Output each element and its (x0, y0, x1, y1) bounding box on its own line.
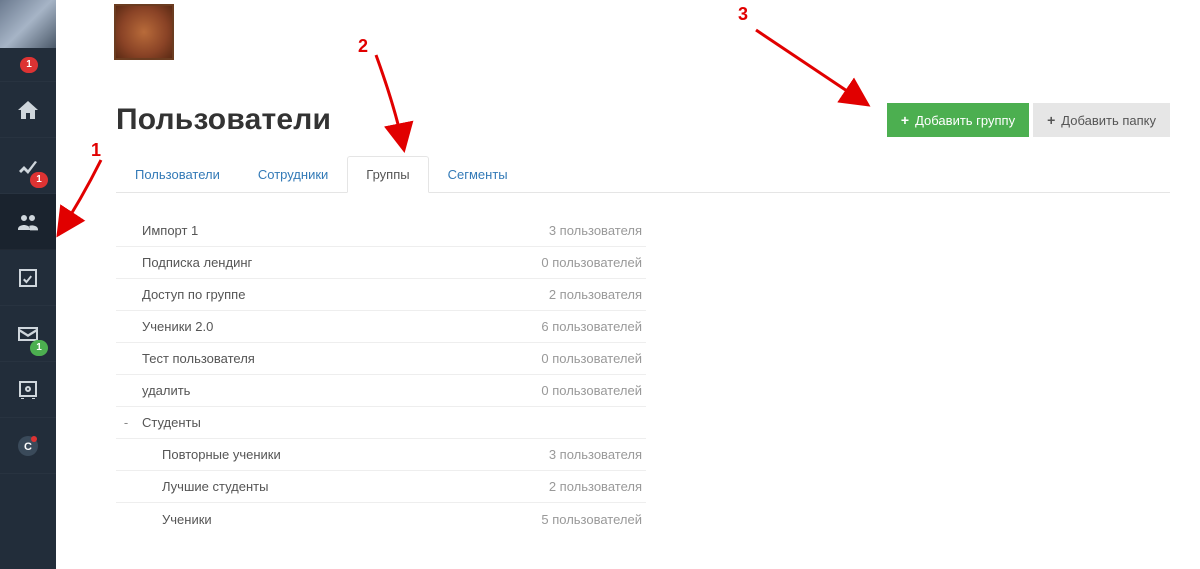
group-label: Ученики 2.0 (116, 319, 541, 334)
project-logo[interactable] (116, 6, 172, 58)
chat-icon: C (16, 434, 40, 458)
check-icon (16, 266, 40, 290)
list-item[interactable]: Тест пользователя 0 пользователей (116, 343, 646, 375)
group-label: удалить (116, 383, 541, 398)
users-icon (16, 210, 40, 234)
group-label: Подписка лендинг (116, 255, 541, 270)
add-group-button[interactable]: + Добавить группу (887, 103, 1029, 137)
annotation-3: 3 (738, 4, 748, 25)
list-item[interactable]: Ученики 5 пользователей (116, 503, 646, 535)
annotation-1: 1 (91, 140, 101, 161)
folder-toggle-icon[interactable]: - (116, 415, 136, 430)
sidebar-item-home[interactable] (0, 82, 56, 138)
group-label: Тест пользователя (116, 351, 541, 366)
group-label: Ученики (116, 512, 541, 527)
group-count: 0 пользователей (541, 255, 646, 270)
group-count: 2 пользователя (549, 287, 646, 302)
list-item[interactable]: Ученики 2.0 6 пользователей (116, 311, 646, 343)
sidebar-avatar[interactable] (0, 0, 56, 48)
folder-label: Студенты (136, 415, 646, 430)
tabs: Пользователи Сотрудники Группы Сегменты (116, 155, 1170, 193)
group-count: 5 пользователей (541, 512, 646, 527)
badge: 1 (30, 340, 48, 356)
sidebar-item-mail[interactable]: 1 (0, 306, 56, 362)
add-folder-button[interactable]: + Добавить папку (1033, 103, 1170, 137)
safe-icon (16, 378, 40, 402)
group-count: 2 пользователя (549, 479, 646, 494)
group-label: Лучшие студенты (116, 479, 549, 494)
list-item[interactable]: Повторные ученики 3 пользователя (116, 439, 646, 471)
list-item[interactable]: Импорт 1 3 пользователя (116, 215, 646, 247)
group-count: 3 пользователя (549, 447, 646, 462)
svg-text:C: C (24, 441, 32, 453)
add-group-label: Добавить группу (915, 113, 1015, 128)
list-item[interactable]: Лучшие студенты 2 пользователя (116, 471, 646, 503)
sidebar-item-notification[interactable]: 1 (0, 48, 56, 82)
annotation-2: 2 (358, 36, 368, 57)
tab-users[interactable]: Пользователи (116, 156, 239, 193)
badge: 1 (20, 57, 38, 73)
main-content: Пользователи + Добавить группу + Добавит… (56, 0, 1200, 569)
tab-staff[interactable]: Сотрудники (239, 156, 347, 193)
group-label: Доступ по группе (116, 287, 549, 302)
group-count: 3 пользователя (549, 223, 646, 238)
sidebar-item-stats[interactable]: 1 (0, 138, 56, 194)
badge: 1 (30, 172, 48, 188)
group-count: 6 пользователей (541, 319, 646, 334)
plus-icon: + (901, 112, 909, 128)
group-count: 0 пользователей (541, 383, 646, 398)
folder-row[interactable]: - Студенты (116, 407, 646, 439)
tab-groups[interactable]: Группы (347, 156, 428, 193)
group-label: Импорт 1 (116, 223, 549, 238)
add-folder-label: Добавить папку (1061, 113, 1156, 128)
page-title: Пользователи (116, 103, 331, 137)
sidebar-item-tasks[interactable] (0, 250, 56, 306)
sidebar-item-users[interactable] (0, 194, 56, 250)
plus-icon: + (1047, 112, 1055, 128)
list-item[interactable]: Доступ по группе 2 пользователя (116, 279, 646, 311)
list-item[interactable]: Подписка лендинг 0 пользователей (116, 247, 646, 279)
group-label: Повторные ученики (116, 447, 549, 462)
home-icon (16, 98, 40, 122)
sidebar-item-vault[interactable] (0, 362, 56, 418)
group-list: Импорт 1 3 пользователя Подписка лендинг… (116, 215, 646, 535)
sidebar-item-chat[interactable]: C (0, 418, 56, 474)
header-actions: + Добавить группу + Добавить папку (887, 103, 1170, 137)
sidebar: 1 1 1 C (0, 0, 56, 569)
list-item[interactable]: удалить 0 пользователей (116, 375, 646, 407)
tab-segments[interactable]: Сегменты (429, 156, 527, 193)
group-count: 0 пользователей (541, 351, 646, 366)
